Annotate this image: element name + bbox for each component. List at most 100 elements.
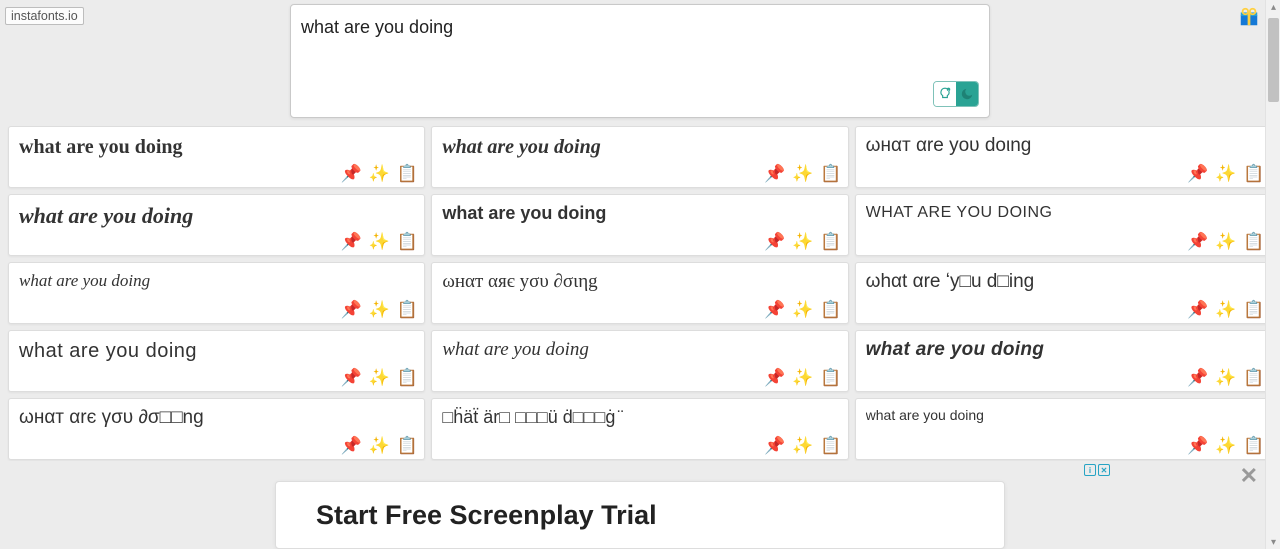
scroll-thumb[interactable] <box>1268 18 1279 102</box>
font-card-text: ωhαt αre ʻy□u d□ing <box>866 271 1261 294</box>
gift-icon[interactable] <box>1238 6 1260 28</box>
font-card-actions: 📌 ✨ 📋 <box>1187 366 1265 388</box>
font-card[interactable]: □ḧäẗ är□ □□□ü ḋ□□□ġ ̈ 📌 ✨ 📋 <box>431 398 848 460</box>
clipboard-icon[interactable]: 📋 <box>820 366 842 388</box>
clipboard-icon[interactable]: 📋 <box>1243 162 1265 184</box>
pin-icon[interactable]: 📌 <box>764 298 786 320</box>
font-card-actions: 📌 ✨ 📋 <box>340 434 418 456</box>
sparkle-icon[interactable]: ✨ <box>368 366 390 388</box>
pin-icon[interactable]: 📌 <box>1187 298 1209 320</box>
font-card-text: ωнαт αre yoυ doιng <box>866 135 1261 158</box>
sparkle-icon[interactable]: ✨ <box>792 162 814 184</box>
font-card-text: what are you doing <box>866 407 1261 424</box>
ad-close-button[interactable]: ✕ <box>1240 463 1258 489</box>
clipboard-icon[interactable]: 📋 <box>396 230 418 252</box>
font-card[interactable]: what are you doing📌✨📋 <box>431 330 848 392</box>
font-card[interactable]: what are you doing 📌 ✨ 📋 <box>8 262 425 324</box>
clipboard-icon[interactable]: 📋 <box>396 366 418 388</box>
font-card-actions: 📌 ✨ 📋 <box>340 366 418 388</box>
font-card-actions: 📌 ✨ 📋 <box>1187 298 1265 320</box>
font-card[interactable]: ωнαт αяє уσυ ∂σιηg 📌 ✨ 📋 <box>431 262 848 324</box>
grammarly-badge[interactable]: + <box>933 81 979 107</box>
sparkle-icon[interactable]: ✨ <box>368 162 390 184</box>
clipboard-icon[interactable]: 📋 <box>820 298 842 320</box>
font-card-actions: 📌 ✨ 📋 <box>1187 230 1265 252</box>
sparkle-icon[interactable]: ✨ <box>792 434 814 456</box>
font-card-text: what are you doing <box>19 135 414 159</box>
sparkle-icon[interactable]: ✨ <box>1215 366 1237 388</box>
font-card[interactable]: what are you doing 📌 ✨ 📋 <box>8 330 425 392</box>
pin-icon[interactable]: 📌 <box>764 434 786 456</box>
pin-icon[interactable]: 📌 <box>340 366 362 388</box>
sparkle-icon[interactable]: ✨ <box>368 434 390 456</box>
font-card[interactable]: ωнαт αrє γσυ ∂σ□□ng📌✨📋 <box>8 398 425 460</box>
sparkle-icon[interactable]: ✨ <box>368 230 390 252</box>
font-card-actions: 📌 ✨ 📋 <box>764 298 842 320</box>
adchoices-icon[interactable]: i ✕ <box>1084 464 1110 476</box>
text-input[interactable] <box>299 15 981 75</box>
sparkle-icon[interactable]: ✨ <box>792 230 814 252</box>
font-card-actions: 📌 ✨ 📋 <box>764 230 842 252</box>
font-card-text: what are you doing <box>19 271 414 291</box>
sparkle-icon[interactable]: ✨ <box>1215 434 1237 456</box>
ad-region: i ✕ ✕ Start Free Screenplay Trial <box>0 461 1280 549</box>
font-card-actions: 📌 ✨ 📋 <box>764 434 842 456</box>
vertical-scrollbar[interactable]: ▴ ▾ <box>1265 0 1280 549</box>
font-card[interactable]: what are you doing 📌 ✨ 📋 <box>8 126 425 188</box>
sparkle-icon[interactable]: ✨ <box>1215 298 1237 320</box>
sparkle-icon[interactable]: ✨ <box>368 298 390 320</box>
brand-link[interactable]: instafonts.io <box>5 7 84 25</box>
font-card[interactable]: what are you doing📌✨📋 <box>855 330 1272 392</box>
svg-text:+: + <box>948 88 950 92</box>
sparkle-icon[interactable]: ✨ <box>792 366 814 388</box>
clipboard-icon[interactable]: 📋 <box>1243 298 1265 320</box>
pin-icon[interactable]: 📌 <box>1187 162 1209 184</box>
font-card[interactable]: ωhαt αre ʻy□u d□ing 📌 ✨ 📋 <box>855 262 1272 324</box>
clipboard-icon[interactable]: 📋 <box>1243 434 1265 456</box>
font-card-text: what are you doing <box>19 203 414 229</box>
sparkle-icon[interactable]: ✨ <box>792 298 814 320</box>
pin-icon[interactable]: 📌 <box>764 162 786 184</box>
font-card[interactable]: what are you doing 📌 ✨ 📋 <box>855 398 1272 460</box>
clipboard-icon[interactable]: 📋 <box>820 230 842 252</box>
pin-icon[interactable]: 📌 <box>340 162 362 184</box>
clipboard-icon[interactable]: 📋 <box>820 162 842 184</box>
clipboard-icon[interactable]: 📋 <box>820 434 842 456</box>
clipboard-icon[interactable]: 📋 <box>1243 366 1265 388</box>
pin-icon[interactable]: 📌 <box>1187 230 1209 252</box>
font-card[interactable]: what are you doing 📌 ✨ 📋 <box>431 126 848 188</box>
font-results-grid: what are you doing📌✨📋what are you doing📌… <box>0 118 1280 460</box>
pin-icon[interactable]: 📌 <box>1187 366 1209 388</box>
lightbulb-icon: + <box>934 82 956 106</box>
sparkle-icon[interactable]: ✨ <box>1215 230 1237 252</box>
font-card-text: WHAT ARE YOU DOING <box>866 203 1261 222</box>
font-card-actions: 📌 ✨ 📋 <box>340 230 418 252</box>
font-card-text: what are you doing <box>19 339 414 363</box>
font-card-actions: 📌 ✨ 📋 <box>1187 434 1265 456</box>
sparkle-icon[interactable]: ✨ <box>1215 162 1237 184</box>
font-card-actions: 📌 ✨ 📋 <box>340 298 418 320</box>
text-input-container: + <box>290 4 990 118</box>
clipboard-icon[interactable]: 📋 <box>396 434 418 456</box>
pin-icon[interactable]: 📌 <box>764 366 786 388</box>
scroll-down-icon[interactable]: ▾ <box>1269 537 1278 547</box>
pin-icon[interactable]: 📌 <box>1187 434 1209 456</box>
clipboard-icon[interactable]: 📋 <box>396 162 418 184</box>
clipboard-icon[interactable]: 📋 <box>1243 230 1265 252</box>
font-card-text: ωнαт αяє уσυ ∂σιηg <box>442 271 837 294</box>
font-card-text: □ḧäẗ är□ □□□ü ḋ□□□ġ ̈ <box>442 407 837 429</box>
scroll-up-icon[interactable]: ▴ <box>1269 2 1278 12</box>
font-card[interactable]: ωнαт αre yoυ doιng 📌 ✨ 📋 <box>855 126 1272 188</box>
font-card-actions: 📌 ✨ 📋 <box>1187 162 1265 184</box>
font-card[interactable]: WHAT ARE YOU DOING 📌 ✨ 📋 <box>855 194 1272 256</box>
clipboard-icon[interactable]: 📋 <box>396 298 418 320</box>
font-card[interactable]: what are you doing📌 ✨ 📋 <box>8 194 425 256</box>
pin-icon[interactable]: 📌 <box>340 230 362 252</box>
pin-icon[interactable]: 📌 <box>340 298 362 320</box>
ad-card[interactable]: Start Free Screenplay Trial <box>275 481 1005 549</box>
pin-icon[interactable]: 📌 <box>764 230 786 252</box>
font-card-text: what are you doing <box>442 135 837 159</box>
pin-icon[interactable]: 📌 <box>340 434 362 456</box>
font-card-text: what are you doing <box>442 203 837 225</box>
font-card[interactable]: what are you doing 📌 ✨ 📋 <box>431 194 848 256</box>
